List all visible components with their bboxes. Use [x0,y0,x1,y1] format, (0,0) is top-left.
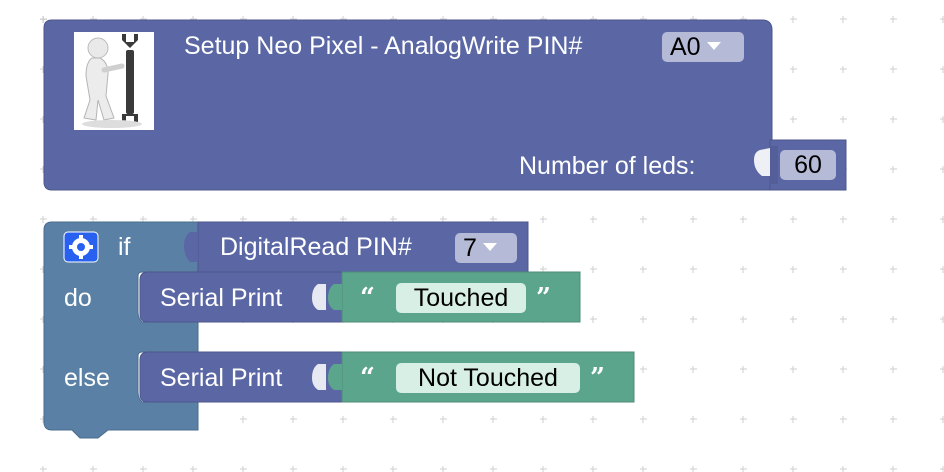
else-label: else [64,364,110,392]
digitalread-pin-value: 7 [463,234,477,262]
touched-text-field[interactable]: Touched [396,283,526,313]
open-quote-icon: “ [360,283,375,313]
chevron-down-icon [482,243,497,252]
do-label: do [64,284,92,312]
if-else-block[interactable] [44,222,64,430]
digitalread-pin-dropdown[interactable]: 7 [455,233,517,263]
not-touched-text-field[interactable]: Not Touched [396,363,580,393]
not-touched-text-value: Not Touched [418,364,558,392]
serial-print-do-block[interactable] [140,272,154,322]
setup-neo-pixel-block[interactable] [44,20,772,40]
socket-edge [771,146,778,184]
open-quote-icon: “ [360,363,375,393]
serial-print-do-label: Serial Print [160,284,283,312]
serial-print-else-block[interactable] [140,352,154,402]
leds-value: 60 [794,151,822,179]
leds-number-field[interactable]: 60 [780,150,836,180]
digitalread-label: DigitalRead PIN# [220,233,412,261]
if-label: if [118,233,131,261]
digitalread-block[interactable] [520,222,528,272]
serial-print-else-label: Serial Print [160,364,283,392]
close-quote-icon: ” [536,283,551,313]
blockly-workspace[interactable]: Setup Neo Pixel - AnalogWrite PIN# A0 Nu… [0,0,944,472]
close-quote-icon: ” [590,363,605,393]
leds-label: Number of leds: [519,152,696,180]
chevron-down-icon [706,42,721,51]
touched-text-value: Touched [413,284,509,312]
mechanic-with-wrench-icon [74,32,154,130]
